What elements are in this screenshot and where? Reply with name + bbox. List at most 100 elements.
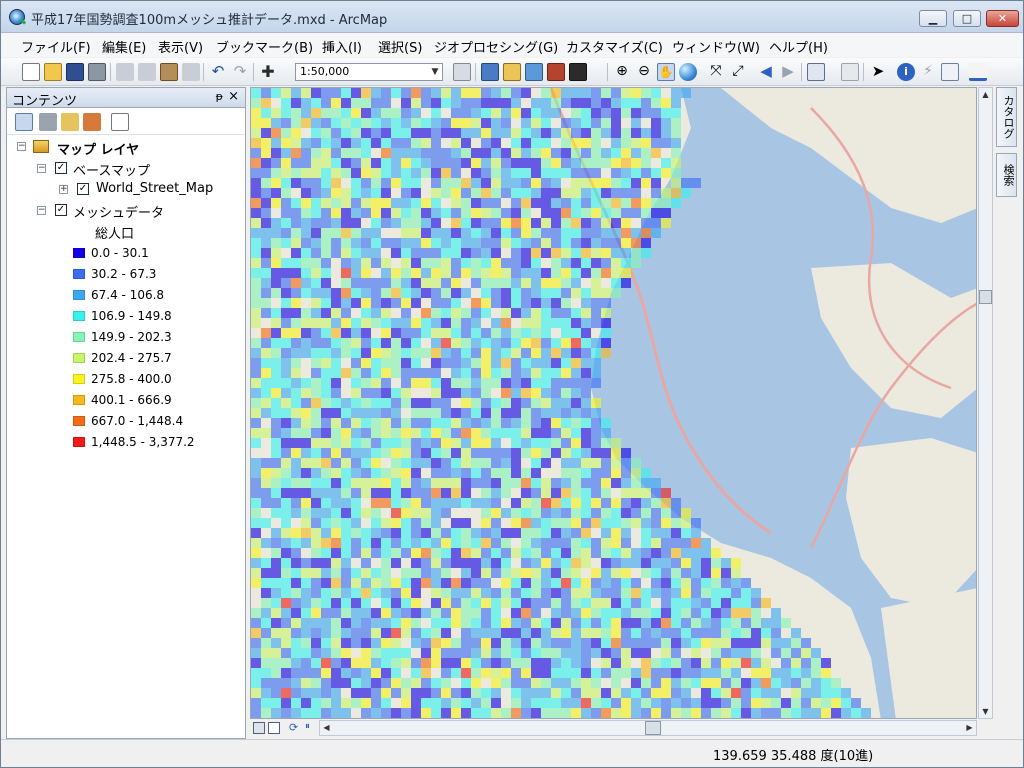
mesh-cell bbox=[371, 358, 381, 368]
map-scale-dropdown[interactable]: 1:50,000 ▼ bbox=[295, 63, 443, 81]
collapse-icon[interactable]: − bbox=[37, 206, 46, 215]
zoom-in-icon[interactable]: ⊕ bbox=[613, 63, 631, 81]
legend-swatch[interactable] bbox=[73, 374, 85, 384]
list-by-visibility-icon[interactable] bbox=[61, 113, 79, 131]
collapse-icon[interactable]: − bbox=[37, 164, 46, 173]
measure-icon[interactable] bbox=[969, 63, 987, 81]
menu-insert[interactable]: 挿入(I) bbox=[322, 37, 362, 56]
go-back-icon[interactable]: ◀ bbox=[757, 63, 775, 81]
full-extent-icon[interactable] bbox=[679, 63, 697, 81]
map-display[interactable] bbox=[250, 87, 977, 719]
data-view-icon[interactable] bbox=[253, 722, 265, 734]
minimize-button[interactable]: ▁ bbox=[919, 10, 947, 27]
menu-file[interactable]: ファイル(F) bbox=[21, 37, 91, 56]
world-street-map-layer[interactable]: World_Street_Map bbox=[96, 181, 213, 196]
catalog-window-icon[interactable] bbox=[503, 63, 521, 81]
mesh-cell bbox=[471, 268, 481, 278]
close-window-button[interactable]: ✕ bbox=[986, 10, 1019, 27]
horizontal-scroll-thumb[interactable] bbox=[645, 721, 661, 735]
pin-icon[interactable]: ᵽ bbox=[216, 90, 223, 103]
save-icon[interactable] bbox=[66, 63, 84, 81]
menu-edit[interactable]: 編集(E) bbox=[102, 37, 146, 56]
list-by-drawing-order-icon[interactable] bbox=[15, 113, 33, 131]
select-features-icon[interactable] bbox=[807, 63, 825, 81]
menu-view[interactable]: 表示(V) bbox=[158, 37, 203, 56]
legend-swatch[interactable] bbox=[73, 437, 85, 447]
chevron-down-icon[interactable]: ▼ bbox=[428, 64, 442, 80]
mesh-data-checkbox[interactable]: ✓ bbox=[55, 204, 67, 216]
map-canvas[interactable] bbox=[251, 88, 977, 719]
mesh-cell bbox=[781, 648, 791, 658]
map-layers-root[interactable]: マップ レイヤ bbox=[57, 139, 139, 158]
legend-swatch[interactable] bbox=[73, 395, 85, 405]
scroll-down-icon[interactable]: ▼ bbox=[979, 705, 992, 718]
clear-selection-icon[interactable] bbox=[841, 63, 859, 81]
identify-icon[interactable]: i bbox=[897, 63, 915, 81]
vertical-scroll-thumb[interactable] bbox=[979, 290, 992, 304]
list-by-selection-icon[interactable] bbox=[83, 113, 101, 131]
list-by-source-icon[interactable] bbox=[39, 113, 57, 131]
table-of-contents-icon[interactable] bbox=[481, 63, 499, 81]
mesh-cell bbox=[591, 208, 601, 218]
mesh-cell bbox=[681, 668, 691, 678]
mesh-cell bbox=[541, 628, 551, 638]
undo-icon[interactable]: ↶ bbox=[209, 63, 227, 81]
search-tab[interactable]: 検索 bbox=[996, 153, 1017, 197]
mesh-cell bbox=[351, 238, 361, 248]
zoom-out-icon[interactable]: ⊖ bbox=[635, 63, 653, 81]
select-elements-icon[interactable]: ➤ bbox=[869, 63, 887, 81]
fixed-zoom-in-icon[interactable]: ⤧ bbox=[707, 63, 725, 81]
expand-icon[interactable]: + bbox=[59, 185, 68, 194]
legend-swatch[interactable] bbox=[73, 311, 85, 321]
print-icon[interactable] bbox=[88, 63, 106, 81]
legend-swatch[interactable] bbox=[73, 248, 85, 258]
catalog-tab[interactable]: カタログ bbox=[996, 87, 1017, 147]
legend-swatch[interactable] bbox=[73, 269, 85, 279]
pause-drawing-icon[interactable]: ⏸ bbox=[305, 721, 310, 732]
legend-swatch[interactable] bbox=[73, 332, 85, 342]
menu-customize[interactable]: カスタマイズ(C) bbox=[566, 37, 663, 56]
editor-toolbar-icon[interactable] bbox=[453, 63, 471, 81]
layout-view-icon[interactable] bbox=[268, 722, 280, 734]
scroll-right-icon[interactable]: ▶ bbox=[963, 721, 976, 735]
html-popup-icon[interactable] bbox=[941, 63, 959, 81]
menu-geoprocessing[interactable]: ジオプロセシング(G) bbox=[434, 37, 558, 56]
legend-swatch[interactable] bbox=[73, 416, 85, 426]
copy-icon[interactable] bbox=[138, 63, 156, 81]
menu-windows[interactable]: ウィンドウ(W) bbox=[672, 37, 760, 56]
legend-swatch[interactable] bbox=[73, 353, 85, 363]
map-vertical-scrollbar[interactable]: ▲ ▼ bbox=[978, 87, 993, 719]
menu-selection[interactable]: 選択(S) bbox=[378, 37, 422, 56]
delete-icon[interactable] bbox=[182, 63, 200, 81]
collapse-icon[interactable]: − bbox=[17, 142, 26, 151]
search-window-icon[interactable] bbox=[525, 63, 543, 81]
paste-icon[interactable] bbox=[160, 63, 178, 81]
refresh-icon[interactable]: ⟳ bbox=[289, 721, 298, 734]
legend-swatch[interactable] bbox=[73, 290, 85, 300]
basemap-group-label[interactable]: ベースマップ bbox=[73, 160, 150, 179]
menu-bookmarks[interactable]: ブックマーク(B) bbox=[216, 37, 313, 56]
options-icon[interactable] bbox=[111, 113, 129, 131]
fixed-zoom-out-icon[interactable]: ⤢ bbox=[729, 63, 747, 81]
go-forward-icon[interactable]: ▶ bbox=[779, 63, 797, 81]
pan-icon[interactable]: ✋ bbox=[657, 63, 675, 81]
open-folder-icon[interactable] bbox=[44, 63, 62, 81]
python-window-icon[interactable] bbox=[569, 63, 587, 81]
redo-icon[interactable]: ↷ bbox=[231, 63, 249, 81]
arctoolbox-icon[interactable] bbox=[547, 63, 565, 81]
close-icon[interactable]: × bbox=[228, 89, 239, 104]
menu-help[interactable]: ヘルプ(H) bbox=[769, 37, 828, 56]
hyperlink-icon[interactable]: ⚡ bbox=[919, 63, 937, 81]
scroll-left-icon[interactable]: ◀ bbox=[320, 721, 333, 735]
add-data-icon[interactable]: ✚ bbox=[259, 63, 277, 81]
scroll-up-icon[interactable]: ▲ bbox=[979, 88, 992, 101]
mesh-cell bbox=[631, 148, 641, 158]
map-horizontal-scrollbar[interactable]: ◀ ▶ bbox=[319, 720, 977, 736]
mesh-cell bbox=[581, 108, 591, 118]
new-document-icon[interactable] bbox=[22, 63, 40, 81]
basemap-group-checkbox[interactable]: ✓ bbox=[55, 162, 67, 174]
maximize-button[interactable]: □ bbox=[953, 10, 981, 27]
world-street-map-checkbox[interactable]: ✓ bbox=[77, 183, 89, 195]
cut-icon[interactable] bbox=[116, 63, 134, 81]
mesh-data-layer[interactable]: メッシュデータ bbox=[73, 202, 164, 221]
